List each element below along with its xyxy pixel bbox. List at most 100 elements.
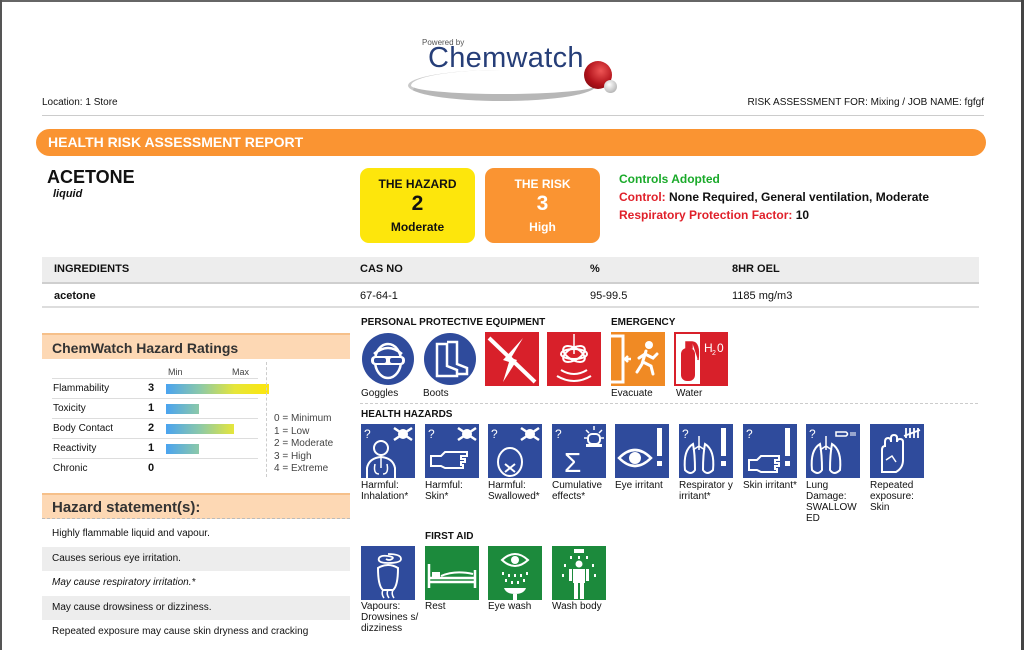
ingredient-name: acetone — [54, 290, 96, 302]
hazard-statements-title: Hazard statement(s): — [42, 493, 350, 519]
health-hazard-caption: Eye irritant — [615, 480, 663, 491]
evacuate-icon — [611, 332, 665, 386]
health-hazard-caption: Skin irritant* — [743, 480, 797, 491]
hazard-statement: May cause drowsiness or dizziness. — [42, 595, 350, 620]
ppe-title: PERSONAL PROTECTIVE EQUIPMENT — [361, 317, 546, 328]
svg-text:?: ? — [428, 427, 435, 441]
svg-text:?: ? — [682, 427, 689, 441]
health-hazard-caption: Repeated exposure: Skin — [870, 480, 914, 513]
rpf-line: Respiratory Protection Factor: 10 — [619, 206, 929, 224]
health-hazard-caption: Lung Damage: SWALLOW ED — [806, 480, 857, 524]
rating-value: 3 — [148, 382, 155, 394]
goggles-icon — [361, 332, 415, 386]
col-ingredients: INGREDIENTS — [54, 263, 130, 275]
legend-item: 3 = High — [274, 450, 312, 462]
legend-item: 0 = Minimum — [274, 413, 332, 424]
control-line: Control: None Required, General ventilat… — [619, 188, 929, 206]
col-oel: 8HR OEL — [732, 263, 780, 275]
no-vibration-icon — [547, 332, 601, 386]
hazard-statement: Causes serious eye irritation. — [42, 546, 350, 571]
header-divider — [42, 115, 984, 116]
rating-bar — [166, 444, 199, 454]
cumulative-effects-icon: ? Σ — [552, 424, 606, 478]
logo-brand: Chemwatch — [428, 42, 584, 74]
legend-item: 2 = Moderate — [274, 438, 334, 449]
chemwatch-logo: Powered by Chemwatch — [398, 34, 628, 104]
emergency-caption: Evacuate — [611, 388, 653, 399]
rating-label: Chronic — [53, 463, 88, 474]
ingredient-percent: 95-99.5 — [590, 290, 628, 302]
first-aid-title: FIRST AID — [425, 531, 474, 542]
vapours-drowsiness-icon — [361, 546, 415, 600]
harmful-inhalation-icon: ? — [361, 424, 415, 478]
rating-row: Body Contact 2 — [52, 418, 258, 438]
health-hazards-title: HEALTH HAZARDS — [361, 409, 453, 420]
no-static-icon — [485, 332, 539, 386]
controls-adopted: Controls Adopted Control: None Required,… — [619, 170, 929, 224]
rpf-label: Respiratory Protection Factor: — [619, 208, 793, 222]
ratings-max-label: Max — [232, 367, 250, 377]
control-label: Control: — [619, 190, 666, 204]
rating-bar — [166, 424, 234, 434]
eye-wash-icon — [488, 546, 542, 600]
col-percent: % — [590, 263, 600, 275]
hazard-badge-level: Moderate — [390, 220, 445, 234]
legend-item: 4 = Extreme — [274, 463, 329, 474]
hazard-statement: May cause respiratory irritation.* — [52, 577, 196, 588]
risk-badge-value: 3 — [536, 192, 549, 215]
report-title-banner: HEALTH RISK ASSESSMENT REPORT — [36, 129, 986, 156]
rating-value: 0 — [148, 462, 155, 474]
lung-damage-icon: ? — [806, 424, 860, 478]
hazard-statement: Repeated exposure may cause skin dryness… — [52, 626, 309, 637]
repeated-exposure-skin-icon — [870, 424, 924, 478]
logo-molecule-small-icon — [604, 80, 617, 93]
hazard-statement: Highly flammable liquid and vapour. — [52, 528, 210, 539]
svg-text:?: ? — [746, 427, 753, 441]
svg-text:?: ? — [809, 427, 816, 441]
rest-icon — [425, 546, 479, 600]
controls-heading: Controls Adopted — [619, 172, 720, 186]
risk-badge: THE RISK 3 High — [485, 168, 600, 243]
hazard-ratings-title: ChemWatch Hazard Ratings — [42, 333, 350, 359]
rpf-value: 10 — [795, 208, 810, 222]
hazard-statements-list: Highly flammable liquid and vapour. Caus… — [42, 522, 350, 645]
svg-text:Σ: Σ — [564, 447, 581, 478]
svg-text:?: ? — [491, 427, 498, 441]
health-hazard-caption: Harmful: Skin* — [425, 480, 463, 502]
chemical-name: ACETONE — [47, 167, 135, 187]
eye-irritant-icon — [615, 424, 669, 478]
hazard-badge-title: THE HAZARD — [378, 177, 457, 191]
emergency-title: EMERGENCY — [611, 317, 676, 328]
hazard-badge: THE HAZARD 2 Moderate — [360, 168, 475, 243]
window-frame-left — [0, 0, 2, 650]
water-extinguisher-icon: H20 — [674, 332, 728, 386]
ratings-min-label: Min — [168, 367, 183, 377]
first-aid-caption: Wash body — [552, 601, 602, 612]
control-value: None Required, General ventilation, Mode… — [669, 190, 930, 204]
section-divider — [360, 403, 978, 404]
risk-badge-level: High — [529, 220, 556, 234]
col-cas: CAS NO — [360, 263, 403, 275]
health-hazard-caption: Harmful: Inhalation* — [361, 480, 409, 502]
health-hazard-caption: Cumulative effects* — [552, 480, 603, 502]
rating-bar — [166, 404, 199, 414]
svg-text:0: 0 — [717, 341, 724, 355]
rating-bar — [166, 384, 269, 394]
health-hazard-caption: Harmful: Swallowed* — [488, 480, 540, 502]
risk-assessment-for: RISK ASSESSMENT FOR: Mixing / JOB NAME: … — [747, 97, 984, 108]
ppe-caption: Boots — [423, 388, 449, 399]
rating-value: 1 — [148, 402, 155, 414]
svg-text:2: 2 — [712, 350, 716, 357]
ppe-caption: Goggles — [361, 388, 399, 399]
rating-row: Chronic 0 — [52, 458, 258, 478]
ratings-legend: 0 = Minimum 1 = Low 2 = Moderate 3 = Hig… — [274, 413, 333, 476]
boots-icon — [423, 332, 477, 386]
rating-label: Body Contact — [53, 423, 114, 434]
table-row: acetone 67-64-1 95-99.5 1185 mg/m3 — [42, 284, 979, 308]
window-frame-top — [0, 0, 1024, 2]
rating-label: Flammability — [53, 383, 110, 394]
hazard-ratings-table: Flammability 3 Toxicity 1 Body Contact 2 Re… — [52, 378, 269, 478]
risk-badge-title: THE RISK — [514, 177, 571, 191]
ingredient-cas: 67-64-1 — [360, 290, 398, 302]
health-hazard-caption: Respirator y irritant* — [679, 480, 733, 502]
